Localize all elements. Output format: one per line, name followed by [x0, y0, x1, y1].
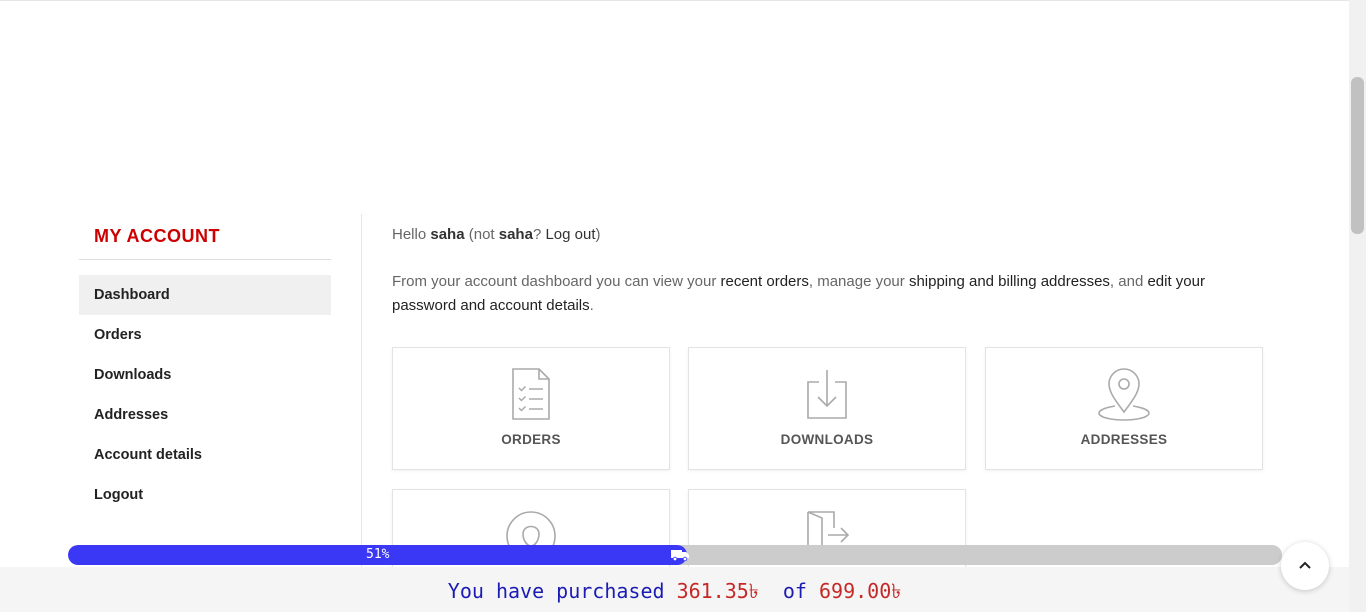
greeting-hello: Hello: [392, 226, 431, 243]
chevron-up-icon: [1299, 561, 1311, 569]
intro-part4: .: [589, 297, 594, 314]
purchase-middle: of: [758, 579, 819, 603]
account-nav: Dashboard Orders Downloads Addresses Acc…: [79, 275, 331, 515]
purchase-target: 699.00৳: [819, 579, 902, 603]
nav-item-orders[interactable]: Orders: [79, 315, 331, 355]
sidebar-divider: [79, 259, 331, 260]
greeting-close: ): [595, 226, 601, 243]
dashboard-intro: From your account dashboard you can view…: [392, 270, 1252, 318]
nav-item-dashboard[interactable]: Dashboard: [79, 275, 331, 315]
nav-item-addresses[interactable]: Addresses: [79, 395, 331, 435]
scroll-to-top-button[interactable]: [1281, 542, 1329, 590]
purchase-progress-bar: 51%: [68, 545, 1282, 565]
purchase-summary-bar: You have purchased 361.35৳ of 699.00৳: [0, 567, 1349, 612]
orders-card[interactable]: ORDERS: [392, 347, 670, 470]
nav-item-account-details[interactable]: Account details: [79, 435, 331, 475]
truck-icon: [671, 550, 689, 561]
purchase-amount: 361.35৳: [676, 579, 759, 603]
progress-fill: 51%: [68, 545, 689, 565]
intro-part2: , manage your: [808, 273, 909, 290]
recent-orders-link[interactable]: recent orders: [721, 273, 809, 290]
addresses-card[interactable]: ADDRESSES: [985, 347, 1263, 470]
addresses-icon: [1098, 368, 1150, 421]
progress-percent: 51%: [366, 547, 390, 562]
orders-card-label: ORDERS: [501, 432, 561, 447]
downloads-icon: [807, 370, 847, 419]
page-scrollbar[interactable]: [1349, 0, 1366, 612]
downloads-card[interactable]: DOWNLOADS: [688, 347, 966, 470]
sidebar-title: MY ACCOUNT: [94, 226, 220, 246]
scrollbar-thumb[interactable]: [1351, 77, 1364, 234]
downloads-card-label: DOWNLOADS: [780, 432, 874, 447]
content-divider: [361, 214, 362, 574]
greeting-question: ?: [532, 226, 546, 243]
purchase-prefix: You have purchased: [447, 579, 677, 603]
intro-part3: , and: [1109, 273, 1148, 290]
nav-item-logout[interactable]: Logout: [79, 475, 331, 515]
greeting-text: Hello saha (not saha? Log out): [392, 226, 601, 243]
orders-icon: [512, 368, 550, 420]
top-border: [0, 0, 1349, 1]
logout-link[interactable]: Log out: [545, 226, 595, 243]
nav-item-downloads[interactable]: Downloads: [79, 355, 331, 395]
greeting-username-again: saha: [498, 226, 533, 243]
purchase-summary-text: You have purchased 361.35৳ of 699.00৳: [0, 577, 1349, 610]
greeting-not: (not: [464, 226, 499, 243]
addresses-link[interactable]: shipping and billing addresses: [909, 273, 1110, 290]
intro-part1: From your account dashboard you can view…: [392, 273, 721, 290]
greeting-username: saha: [430, 226, 465, 243]
addresses-card-label: ADDRESSES: [1080, 432, 1168, 447]
